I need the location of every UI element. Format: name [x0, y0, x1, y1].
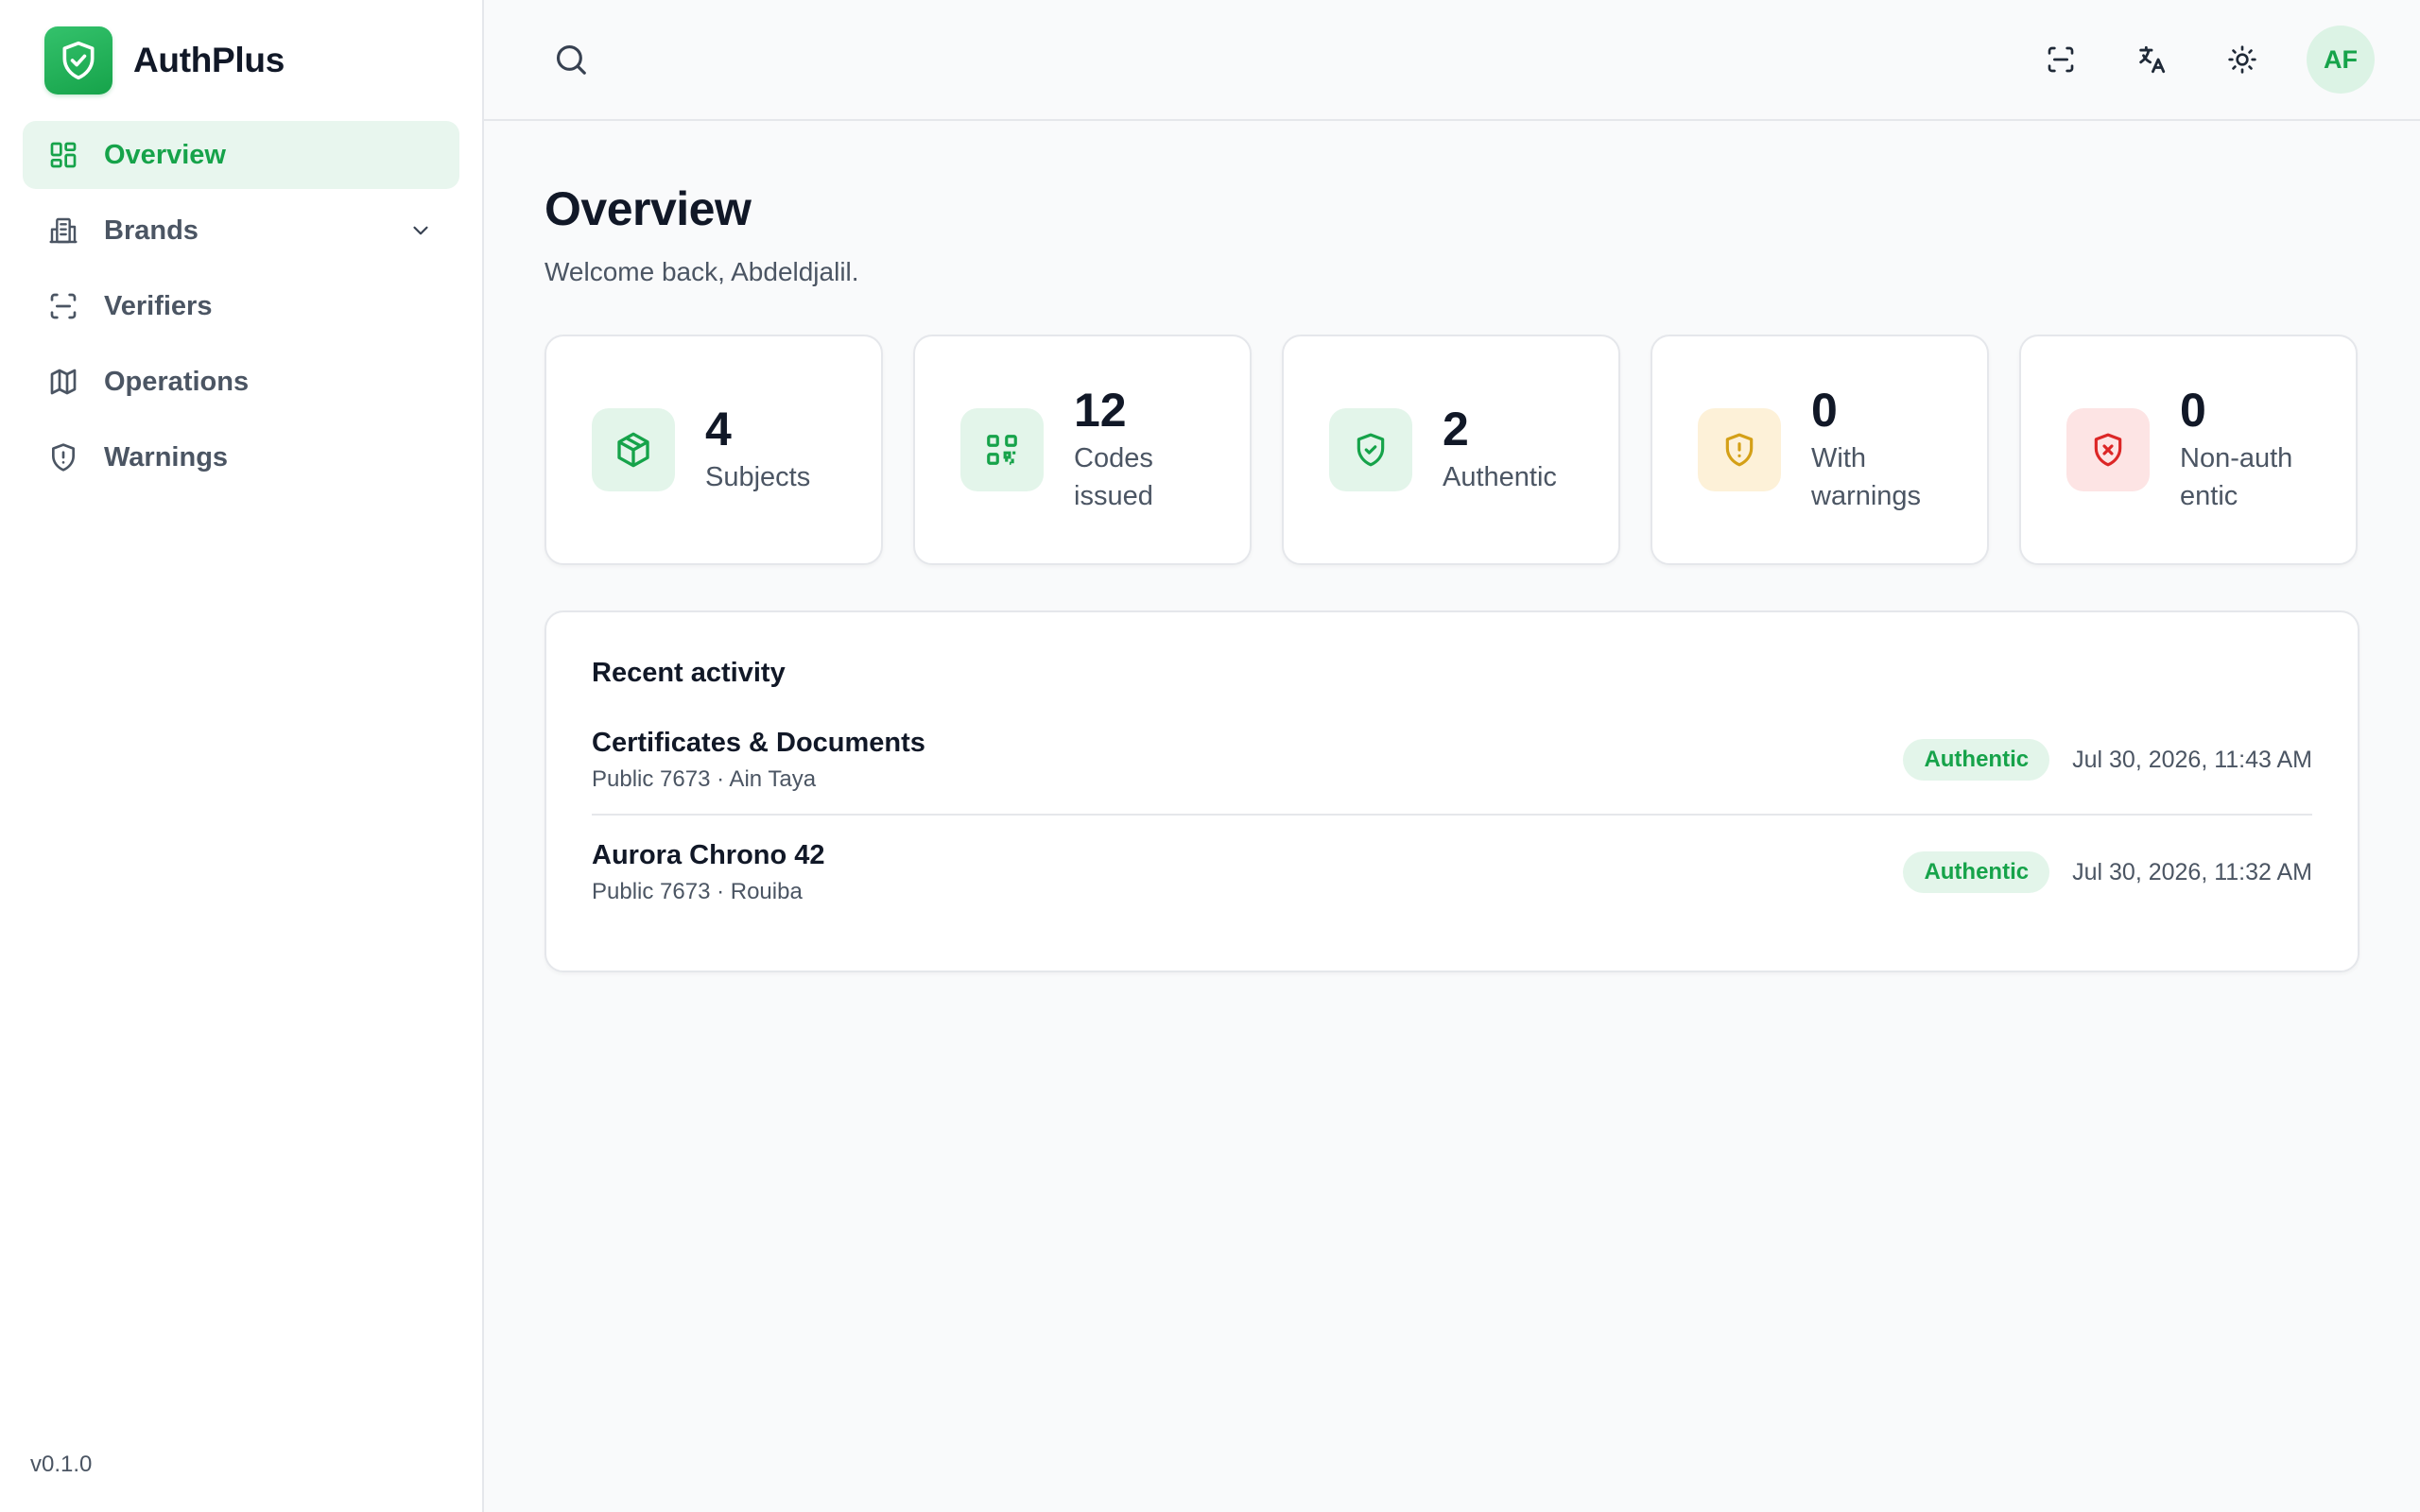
- translate-icon[interactable]: [2125, 33, 2178, 86]
- sidebar-nav: Overview Brands Verifiers Operations War…: [23, 121, 459, 491]
- qr-code-icon: [960, 408, 1044, 491]
- avatar[interactable]: AF: [2307, 26, 2375, 94]
- page-content: Overview Welcome back, Abdeldjalil. 4 Su…: [484, 121, 2420, 972]
- box-icon: [592, 408, 675, 491]
- stats-row: 4 Subjects 12 Codes issued 2 Authentic 0…: [544, 335, 2360, 565]
- shield-alert-icon: [47, 441, 79, 473]
- stat-label: Subjects: [705, 461, 811, 492]
- activity-item-time: Jul 30, 2026, 11:43 AM: [2072, 746, 2312, 773]
- stat-card-non-authentic[interactable]: 0 Non-authentic: [2019, 335, 2358, 565]
- page-subtitle: Welcome back, Abdeldjalil.: [544, 257, 859, 286]
- sidebar-item-label: Verifiers: [104, 290, 213, 321]
- stat-card-with-warnings[interactable]: 0 With warnings: [1651, 335, 1989, 565]
- stat-value: 12: [1074, 384, 1127, 438]
- activity-item-title: Aurora Chrono 42: [592, 839, 825, 870]
- status-badge: Authentic: [1903, 739, 2050, 781]
- sidebar: AuthPlus Overview Brands Verifiers Opera…: [0, 0, 484, 1512]
- stat-value: 0: [2180, 384, 2206, 438]
- shield-x-icon: [2066, 408, 2150, 491]
- sidebar-item-label: Warnings: [104, 441, 229, 472]
- building-icon: [47, 215, 79, 247]
- stat-label: Non-authentic: [2180, 443, 2293, 511]
- main-area: AF Overview Welcome back, Abdeldjalil. 4…: [484, 0, 2420, 1512]
- dashboard-icon: [47, 139, 79, 171]
- stat-value: 2: [1443, 402, 1469, 455]
- shield-check-icon: [1329, 408, 1412, 491]
- stat-card-codes-issued[interactable]: 12 Codes issued: [913, 335, 1252, 565]
- activity-item-title: Certificates & Documents: [592, 727, 925, 758]
- stat-label: Codes issued: [1074, 443, 1153, 511]
- search-icon[interactable]: [544, 33, 597, 86]
- sidebar-item-label: Operations: [104, 366, 250, 397]
- shield-check-logo-icon: [44, 26, 112, 94]
- sidebar-item-verifiers[interactable]: Verifiers: [23, 272, 459, 340]
- stat-value: 0: [1811, 384, 1838, 438]
- list-item[interactable]: Certificates & Documents Public 7673 · A…: [592, 706, 2312, 814]
- sidebar-item-label: Brands: [104, 215, 199, 246]
- sidebar-item-brands[interactable]: Brands: [23, 197, 459, 265]
- stat-label: With warnings: [1811, 443, 1922, 511]
- sun-icon[interactable]: [2216, 33, 2269, 86]
- topbar: AF: [484, 0, 2420, 121]
- stat-card-authentic[interactable]: 2 Authentic: [1282, 335, 1620, 565]
- stat-label: Authentic: [1443, 461, 1557, 492]
- stat-value: 4: [705, 402, 732, 455]
- scan-icon[interactable]: [2034, 33, 2087, 86]
- activity-item-subtitle: Public 7673 · Rouiba: [592, 878, 803, 904]
- brand[interactable]: AuthPlus: [23, 0, 459, 121]
- list-item[interactable]: Aurora Chrono 42 Public 7673 · Rouiba Au…: [592, 814, 2312, 929]
- sidebar-item-warnings[interactable]: Warnings: [23, 423, 459, 491]
- activity-item-subtitle: Public 7673 · Ain Taya: [592, 765, 817, 792]
- recent-activity-card: Recent activity Certificates & Documents…: [544, 610, 2360, 972]
- sidebar-item-operations[interactable]: Operations: [23, 348, 459, 416]
- sidebar-item-label: Overview: [104, 139, 226, 170]
- activity-list: Certificates & Documents Public 7673 · A…: [592, 706, 2312, 929]
- scan-icon: [47, 290, 79, 322]
- activity-item-time: Jul 30, 2026, 11:32 AM: [2072, 858, 2312, 885]
- recent-activity-title: Recent activity: [592, 658, 786, 688]
- topbar-actions: AF: [2034, 26, 2375, 94]
- app-version: v0.1.0: [30, 1452, 93, 1477]
- chevron-down-icon[interactable]: [408, 217, 435, 244]
- app-name: AuthPlus: [133, 41, 285, 79]
- map-icon: [47, 366, 79, 398]
- page-title: Overview: [544, 182, 752, 235]
- shield-alert-icon: [1698, 408, 1781, 491]
- status-badge: Authentic: [1903, 851, 2050, 893]
- sidebar-item-overview[interactable]: Overview: [23, 121, 459, 189]
- stat-card-subjects[interactable]: 4 Subjects: [544, 335, 883, 565]
